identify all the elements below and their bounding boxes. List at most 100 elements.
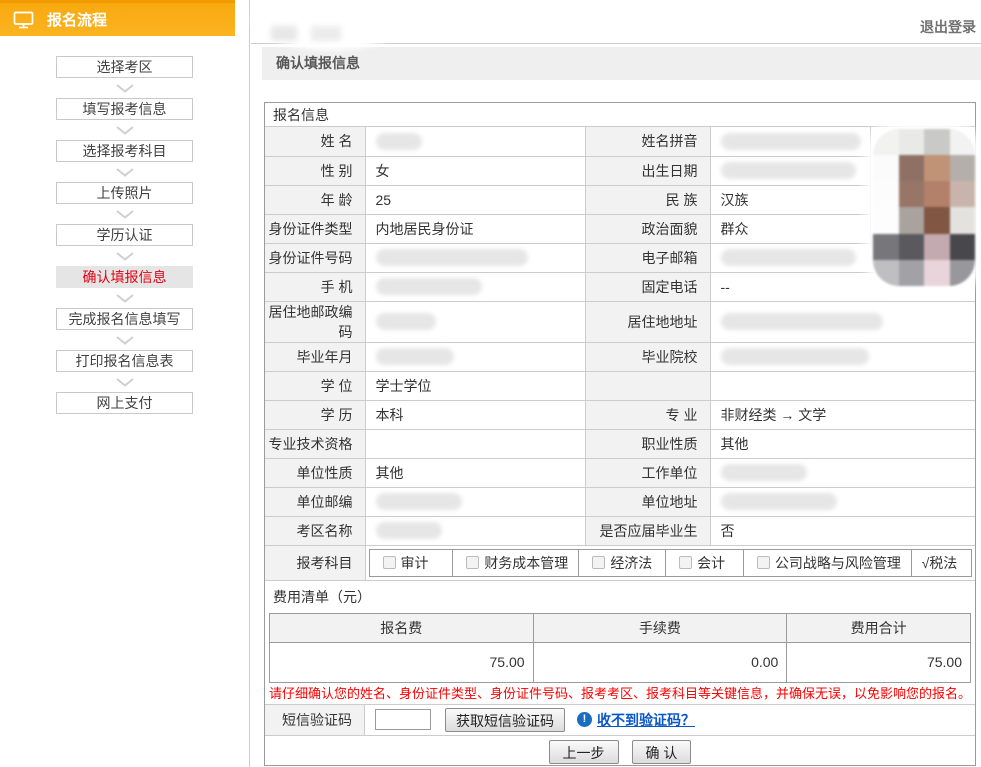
field-label: 手 机	[265, 272, 365, 301]
field-label: 电子邮箱	[585, 243, 710, 272]
previous-step-button[interactable]: 上一步	[549, 740, 619, 764]
field-value: 其他	[365, 458, 585, 487]
redacted-value	[721, 313, 883, 330]
field-label: 专业技术资格	[265, 429, 365, 458]
field-label: 学 历	[265, 400, 365, 429]
redacted-value	[721, 133, 861, 150]
sidebar-step-4: 上传照片	[56, 182, 193, 204]
warning-text: 请仔细确认您的姓名、身份证件类型、身份证件号码、报考考区、报考科目等关键信息，并…	[265, 683, 975, 705]
field-label: 是否应届毕业生	[585, 516, 710, 545]
field-value: 本科	[365, 400, 585, 429]
info-section-title: 报名信息	[265, 103, 975, 127]
field-value	[710, 127, 870, 156]
field-value: 汉族	[710, 185, 870, 214]
chevron-down-icon	[116, 78, 134, 98]
redacted-value	[376, 133, 422, 150]
app-window: 报名流程 选择考区填写报考信息选择报考科目上传照片学历认证确认填报信息完成报名信…	[0, 0, 981, 767]
field-label: 毕业年月	[265, 342, 365, 371]
main-content: 退出登录 确认填报信息 报名信息 姓 名姓名拼音性 别女出生日期年 龄25民 族…	[251, 0, 981, 767]
sidebar-step-6: 确认填报信息	[56, 266, 193, 288]
info-row: 居住地邮政编码居住地地址	[265, 301, 975, 342]
applicant-photo-mosaic	[873, 129, 975, 286]
redacted-value	[721, 493, 837, 510]
field-label: 单位邮编	[265, 487, 365, 516]
field-label: 身份证件类型	[265, 214, 365, 243]
logout-link[interactable]: 退出登录	[920, 17, 976, 37]
field-value	[365, 429, 585, 458]
info-row: 姓 名 姓名拼音	[265, 127, 975, 156]
fee-column-header: 报名费	[270, 613, 534, 642]
applicant-photo	[873, 129, 975, 286]
sms-row: 短信验证码 获取短信验证码 ! 收不到验证码？	[265, 705, 975, 736]
redacted-value	[376, 348, 454, 365]
sidebar-step-8: 打印报名信息表	[56, 350, 193, 372]
fee-header-row: 报名费手续费费用合计	[270, 613, 971, 642]
field-label: 单位地址	[585, 487, 710, 516]
field-label	[585, 371, 710, 400]
sidebar-header: 报名流程	[0, 0, 235, 36]
info-table-body: 姓 名姓名拼音性 别女出生日期年 龄25民 族汉族身份证件类型内地居民身份证政治…	[265, 127, 975, 580]
redacted-value	[376, 493, 462, 510]
form-actions: 上一步 确 认	[265, 736, 975, 764]
field-value	[710, 458, 975, 487]
field-value: 非财经类 → 文学	[710, 400, 975, 429]
fee-value: 75.00	[270, 642, 534, 682]
redacted-value	[721, 249, 856, 266]
info-table: 姓 名姓名拼音性 别女出生日期年 龄25民 族汉族身份证件类型内地居民身份证政治…	[265, 127, 975, 581]
subject-5: 公司战略与风险管理	[743, 550, 911, 576]
fee-column-header: 费用合计	[787, 613, 971, 642]
field-label: 性 别	[265, 156, 365, 185]
checkbox-icon	[383, 556, 396, 569]
chevron-down-icon	[116, 120, 134, 140]
field-value: 其他	[710, 429, 975, 458]
checkbox-icon	[592, 556, 605, 569]
subjects-label: 报考科目	[265, 545, 365, 580]
monitor-icon	[13, 11, 34, 29]
get-sms-code-button[interactable]: 获取短信验证码	[445, 708, 565, 732]
topbar: 退出登录	[251, 0, 981, 44]
info-row: 毕业年月毕业院校	[265, 342, 975, 371]
redacted-value	[376, 278, 482, 295]
field-label: 姓名拼音	[585, 127, 710, 156]
info-row: 单位邮编 单位地址	[265, 487, 975, 516]
fee-value-row: 75.000.0075.00	[270, 642, 971, 682]
field-label: 职业性质	[585, 429, 710, 458]
confirm-button[interactable]: 确 认	[632, 740, 692, 764]
chevron-down-icon	[116, 204, 134, 224]
info-row: 手 机固定电话--	[265, 272, 975, 301]
fee-section-title: 费用清单（元）	[265, 581, 975, 613]
sidebar-step-9: 网上支付	[56, 392, 193, 414]
field-label: 姓 名	[265, 127, 365, 156]
field-value	[365, 272, 585, 301]
field-value: 否	[710, 516, 975, 545]
subjects-table: 审计财务成本管理经济法会计公司战略与风险管理√税法	[369, 549, 973, 577]
field-label: 政治面貌	[585, 214, 710, 243]
info-row: 身份证件号码 电子邮箱	[265, 243, 975, 272]
field-label: 出生日期	[585, 156, 710, 185]
sms-code-input[interactable]	[375, 709, 431, 730]
field-label: 身份证件号码	[265, 243, 365, 272]
redacted-value	[721, 464, 807, 481]
field-value: 女	[365, 156, 585, 185]
info-icon: !	[577, 712, 592, 727]
field-label: 居住地地址	[585, 301, 710, 342]
subject-4: 会计	[665, 550, 743, 576]
redacted-value	[721, 162, 856, 179]
field-label: 年 龄	[265, 185, 365, 214]
redacted-value	[376, 522, 442, 539]
subjects-row: 报考科目审计财务成本管理经济法会计公司战略与风险管理√税法	[265, 545, 975, 580]
info-row: 性 别女出生日期	[265, 156, 975, 185]
sidebar-steps: 选择考区填写报考信息选择报考科目上传照片学历认证确认填报信息完成报名信息填写打印…	[0, 36, 249, 414]
field-label: 学 位	[265, 371, 365, 400]
info-row: 学 历本科专 业非财经类 → 文学	[265, 400, 975, 429]
sms-help-link[interactable]: 收不到验证码？	[597, 710, 695, 730]
registration-form: 报名信息 姓 名姓名拼音性 别女出生日期年 龄25民 族汉族身份证件类型内地居民…	[264, 102, 976, 766]
chevron-down-icon	[116, 288, 134, 308]
info-row: 考区名称是否应届毕业生否	[265, 516, 975, 545]
sms-field: 获取短信验证码 ! 收不到验证码？	[365, 705, 975, 735]
field-value	[710, 301, 975, 342]
info-row: 身份证件类型内地居民身份证政治面貌群众	[265, 214, 975, 243]
checkbox-icon	[679, 556, 692, 569]
field-value: 群众	[710, 214, 870, 243]
subjects-cells: 审计财务成本管理经济法会计公司战略与风险管理√税法	[365, 545, 975, 580]
